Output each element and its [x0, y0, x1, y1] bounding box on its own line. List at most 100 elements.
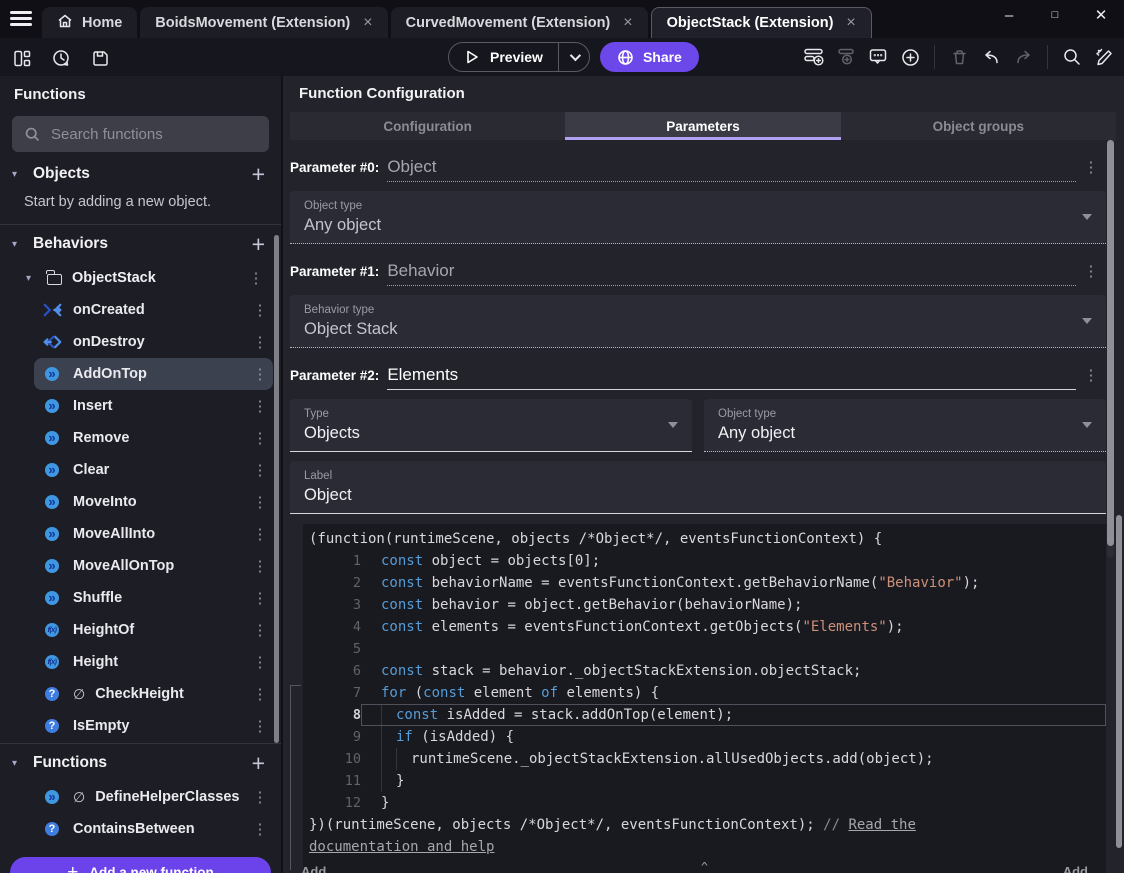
- more-options-icon[interactable]: ⋮: [249, 333, 271, 351]
- preview-button[interactable]: Preview: [448, 42, 590, 72]
- main-scrollbar[interactable]: [1107, 140, 1114, 546]
- search-icon[interactable]: [1060, 45, 1084, 69]
- more-options-icon[interactable]: ⋮: [249, 461, 271, 479]
- history-icon[interactable]: [49, 46, 73, 70]
- function-item-height[interactable]: f(x) Height ⋮: [34, 646, 273, 678]
- function-item-oncreated[interactable]: onCreated ⋮: [34, 294, 273, 326]
- behavior-folder-objectstack[interactable]: ▾ ObjectStack ⋮: [0, 262, 281, 294]
- behaviors-section-header[interactable]: ▾ Behaviors +: [0, 226, 281, 262]
- field-value: Object: [304, 486, 352, 504]
- panel-title: Function Configuration: [299, 85, 465, 102]
- objects-hint: Start by adding a new object.: [24, 194, 212, 210]
- add-subevent-icon[interactable]: [834, 45, 858, 69]
- documentation-link[interactable]: Read the: [848, 817, 915, 833]
- dropdown-behavior-type[interactable]: Behavior type Object Stack: [290, 295, 1106, 348]
- add-free-function-button[interactable]: +: [252, 751, 265, 775]
- more-options-icon[interactable]: ⋮: [249, 685, 271, 703]
- search-functions-input[interactable]: [51, 125, 257, 143]
- dropdown-type[interactable]: Type Objects: [290, 399, 692, 452]
- close-button[interactable]: ✕: [1078, 0, 1124, 30]
- add-comment-icon[interactable]: [866, 45, 890, 69]
- more-options-icon[interactable]: ⋮: [249, 653, 271, 671]
- more-options-icon[interactable]: ⋮: [249, 557, 271, 575]
- redo-icon[interactable]: [1011, 45, 1035, 69]
- expression-function-icon: f(x): [41, 619, 63, 641]
- dropdown-object-type[interactable]: Object type Any object: [290, 191, 1106, 244]
- trash-icon[interactable]: [947, 45, 971, 69]
- add-object-button[interactable]: +: [252, 162, 265, 186]
- search-functions-box[interactable]: [12, 116, 269, 152]
- parameter-name-input[interactable]: Object: [387, 157, 1076, 182]
- documentation-link[interactable]: documentation and help: [309, 839, 494, 855]
- more-options-icon[interactable]: ⋮: [249, 820, 271, 838]
- close-tab-icon[interactable]: ×: [363, 14, 372, 32]
- function-item-label: AddOnTop: [73, 366, 147, 382]
- more-options-icon[interactable]: ⋮: [245, 269, 267, 287]
- sidebar-scrollbar[interactable]: [274, 235, 279, 743]
- dropdown-object-type[interactable]: Object type Any object: [704, 399, 1106, 452]
- function-item-clear[interactable]: » Clear ⋮: [34, 454, 273, 486]
- add-other-event-icon[interactable]: [898, 45, 922, 69]
- close-tab-icon[interactable]: ×: [846, 14, 855, 32]
- code-token: }: [396, 773, 405, 789]
- function-item-heightof[interactable]: f(x) HeightOf ⋮: [34, 614, 273, 646]
- edit-icon[interactable]: [1092, 45, 1116, 69]
- close-tab-icon[interactable]: ×: [623, 14, 632, 32]
- project-manager-icon[interactable]: [10, 46, 34, 70]
- add-behavior-button[interactable]: +: [252, 232, 265, 256]
- function-item-insert[interactable]: » Insert ⋮: [34, 390, 273, 422]
- function-item-isempty[interactable]: ? IsEmpty ⋮: [34, 710, 273, 742]
- add-new-function-button[interactable]: + Add a new function: [10, 857, 271, 873]
- function-item-shuffle[interactable]: » Shuffle ⋮: [34, 582, 273, 614]
- function-item-label: ContainsBetween: [73, 821, 195, 837]
- code-line: 1 const object = objects[0];: [303, 550, 1106, 572]
- function-item-containsbetween[interactable]: ? ContainsBetween ⋮: [34, 813, 273, 845]
- more-options-icon[interactable]: ⋮: [249, 301, 271, 319]
- more-options-icon[interactable]: ⋮: [1076, 158, 1106, 182]
- more-options-icon[interactable]: ⋮: [1076, 366, 1106, 390]
- more-options-icon[interactable]: ⋮: [1076, 262, 1106, 286]
- objects-section-header[interactable]: ▾ Objects +: [0, 156, 281, 192]
- more-options-icon[interactable]: ⋮: [249, 788, 271, 806]
- more-options-icon[interactable]: ⋮: [249, 429, 271, 447]
- more-options-icon[interactable]: ⋮: [249, 525, 271, 543]
- function-item-moveallontop[interactable]: » MoveAllOnTop ⋮: [34, 550, 273, 582]
- maximize-button[interactable]: □: [1032, 0, 1078, 30]
- function-item-remove[interactable]: » Remove ⋮: [34, 422, 273, 454]
- function-item-definehelperclasses[interactable]: » ∅ DefineHelperClasses ⋮: [34, 781, 273, 813]
- field-label[interactable]: Label Object: [290, 461, 1106, 514]
- main-menu-icon[interactable]: [10, 11, 32, 29]
- function-item-checkheight[interactable]: ? ∅ CheckHeight ⋮: [34, 678, 273, 710]
- tab-curvedmovement-extension[interactable]: CurvedMovement (Extension) ×: [390, 7, 648, 38]
- more-options-icon[interactable]: ⋮: [249, 621, 271, 639]
- more-options-icon[interactable]: ⋮: [249, 365, 271, 383]
- code-editor[interactable]: (function(runtimeScene, objects /*Object…: [303, 524, 1106, 873]
- parameter-name-input[interactable]: Elements: [387, 365, 1076, 390]
- more-options-icon[interactable]: ⋮: [249, 589, 271, 607]
- save-icon[interactable]: [88, 46, 112, 70]
- tab-label: CurvedMovement (Extension): [405, 14, 611, 31]
- tab-home[interactable]: Home: [42, 7, 138, 38]
- more-options-icon[interactable]: ⋮: [249, 717, 271, 735]
- function-item-addontop[interactable]: » AddOnTop ⋮: [34, 358, 273, 390]
- function-item-moveinto[interactable]: » MoveInto ⋮: [34, 486, 273, 518]
- undo-icon[interactable]: [979, 45, 1003, 69]
- more-options-icon[interactable]: ⋮: [249, 397, 271, 415]
- preview-options-button[interactable]: [557, 43, 589, 71]
- function-item-moveallinto[interactable]: » MoveAllInto ⋮: [34, 518, 273, 550]
- function-item-ondestroy[interactable]: onDestroy ⋮: [34, 326, 273, 358]
- action-function-icon: »: [41, 459, 63, 481]
- parameter-name-input[interactable]: Behavior: [387, 261, 1076, 286]
- tab-boidsmovement-extension[interactable]: BoidsMovement (Extension) ×: [140, 7, 388, 38]
- tab-parameters[interactable]: Parameters: [565, 112, 841, 140]
- tab-configuration[interactable]: Configuration: [290, 112, 565, 140]
- tab-object-groups[interactable]: Object groups: [841, 112, 1116, 140]
- more-options-icon[interactable]: ⋮: [249, 493, 271, 511]
- tab-objectstack-extension[interactable]: ObjectStack (Extension) ×: [650, 7, 872, 38]
- fold-hint: ^: [700, 860, 709, 873]
- minimize-button[interactable]: –: [986, 0, 1032, 30]
- share-button[interactable]: Share: [599, 42, 699, 72]
- functions-section-header[interactable]: ▾ Functions +: [0, 745, 281, 781]
- editor-scrollbar[interactable]: [1116, 515, 1122, 848]
- add-event-icon[interactable]: [802, 45, 826, 69]
